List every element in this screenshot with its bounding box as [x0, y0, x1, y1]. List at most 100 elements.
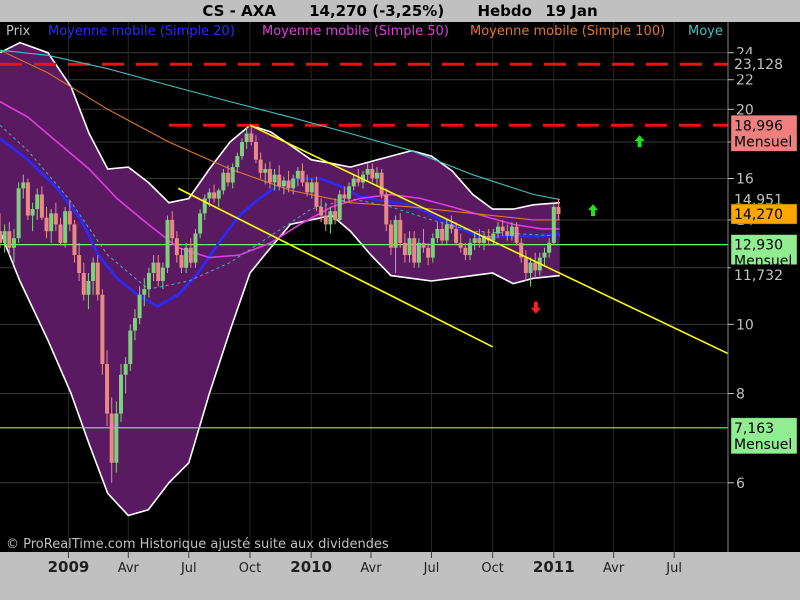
candle-body [146, 272, 151, 290]
legend-prix[interactable]: Prix [6, 24, 30, 39]
candle-body [132, 318, 137, 331]
candle-body [416, 242, 421, 263]
candle-body [39, 194, 44, 218]
candle-body [86, 280, 91, 295]
candle-body [137, 294, 142, 319]
candle-body [128, 330, 133, 364]
x-tick-label: Jul [665, 561, 682, 576]
y-tick-label: 16 [736, 172, 754, 188]
candle-body [300, 170, 305, 183]
candle-body [295, 170, 300, 179]
y-tick-label: 6 [736, 476, 745, 492]
candle-body [477, 238, 482, 243]
candle-body [398, 219, 403, 243]
candle-body [421, 242, 426, 248]
candle-body [263, 168, 268, 173]
candle-body [188, 247, 193, 263]
candle-body [7, 231, 12, 248]
candle-body [542, 252, 547, 258]
candle-body [105, 363, 110, 414]
candle-body [426, 247, 431, 258]
legend-sma50[interactable]: Moyenne mobile (Simple 50) [262, 24, 449, 39]
candle-body [21, 182, 26, 189]
x-tick-label: Jul [423, 561, 440, 576]
candle-body [333, 211, 338, 220]
candle-body [444, 224, 449, 241]
candle-body [16, 188, 21, 239]
x-tick-label: 2010 [290, 558, 332, 576]
price-label-value: 12,930 [734, 238, 783, 254]
candle-body [25, 182, 30, 216]
candle-body [212, 192, 217, 199]
candle-body [53, 213, 58, 225]
candle-body [216, 190, 221, 199]
candle-body [58, 224, 63, 243]
x-tick-label: Avr [360, 561, 382, 576]
x-tick-label: Jul [180, 561, 197, 576]
candle-body [35, 194, 40, 210]
price-label-period: Mensuel [734, 437, 792, 453]
candle-body [472, 238, 477, 243]
candle-body [463, 247, 468, 256]
candle-body [240, 141, 245, 157]
candle-body [63, 211, 68, 243]
candle-body [365, 168, 370, 175]
copyright-footer: © ProRealTime.com Historique ajusté suit… [6, 537, 389, 552]
chart-title: CS - AXA 14,270 (-3,25%) Hebdo 19 Jan [0, 0, 800, 22]
candle-body [468, 242, 473, 256]
candle-body [249, 133, 254, 142]
period: Hebdo [477, 2, 532, 20]
candle-body [449, 224, 454, 229]
candle-body [119, 374, 124, 414]
candle-body [402, 242, 407, 256]
candle-body [67, 211, 72, 225]
date: 19 Jan [545, 2, 598, 20]
candle-body [351, 178, 356, 187]
candle-body [319, 206, 324, 216]
candle-body [347, 186, 352, 199]
price-chart[interactable]: 681012141618202224 23,12818,996Mensuel14… [0, 0, 800, 600]
candle-body [207, 192, 212, 199]
candle-body [495, 226, 500, 234]
price-label-value: 23,128 [734, 57, 783, 73]
candle-body [193, 233, 198, 263]
candle-body [337, 194, 342, 220]
candle-body [533, 262, 538, 271]
price-change: 14,270 (-3,25%) [309, 2, 445, 20]
candle-body [384, 194, 389, 225]
candle-body [328, 211, 333, 225]
candle-body [244, 133, 249, 142]
y-tick-label: 10 [736, 317, 754, 333]
legend-sma100[interactable]: Moyenne mobile (Simple 100) [470, 24, 665, 39]
candle-body [523, 257, 528, 273]
chart-window: 681012141618202224 23,12818,996Mensuel14… [0, 0, 800, 600]
candle-body [160, 267, 165, 281]
price-label-period: Mensuel [734, 134, 792, 150]
candle-body [179, 255, 184, 268]
price-label-value: 11,732 [734, 268, 783, 284]
candle-body [356, 178, 361, 183]
candle-body [458, 242, 463, 248]
candle-body [374, 172, 379, 179]
price-label-value: 7,163 [734, 421, 774, 437]
candle-body [114, 413, 119, 463]
candle-body [305, 182, 310, 193]
candle-body [505, 231, 510, 236]
candle-body [184, 247, 189, 268]
candle-body [440, 228, 445, 241]
symbol: CS - AXA [202, 2, 276, 20]
legend-sma20[interactable]: Moyenne mobile (Simple 20) [48, 24, 235, 39]
candle-body [2, 231, 7, 243]
legend-sma200[interactable]: Moye [688, 24, 723, 39]
candle-body [91, 262, 96, 281]
candle-body [156, 262, 161, 281]
candle-body [435, 228, 440, 239]
candle-body [258, 159, 263, 173]
x-tick-label: 2009 [48, 558, 90, 576]
candle-body [11, 238, 16, 248]
candle-body [342, 194, 347, 199]
candle-body [430, 238, 435, 258]
candle-body [0, 231, 2, 243]
x-tick-label: 2011 [533, 558, 575, 576]
candle-body [198, 213, 203, 234]
